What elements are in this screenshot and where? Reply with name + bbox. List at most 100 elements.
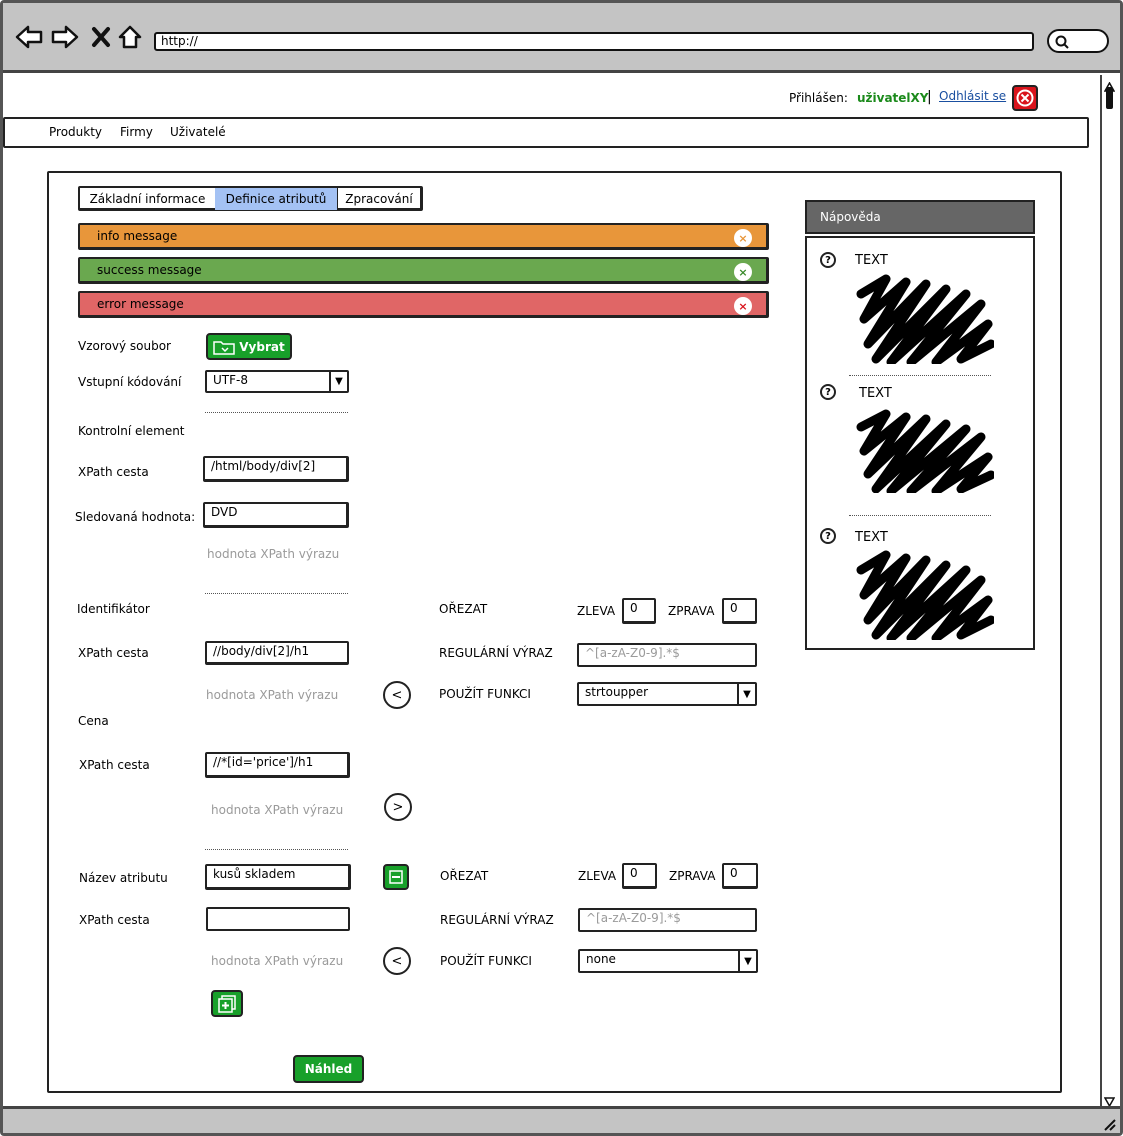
home-icon[interactable] bbox=[115, 22, 145, 52]
identifier-right-label: ZPRAVA bbox=[668, 604, 715, 618]
question-icon: ? bbox=[820, 252, 836, 268]
divider bbox=[205, 593, 348, 594]
attribute-xpath-label: XPath cesta bbox=[79, 913, 150, 927]
attribute-right-value: 0 bbox=[730, 866, 738, 880]
scroll-thumb[interactable] bbox=[1106, 87, 1113, 109]
remove-attribute-button[interactable] bbox=[383, 864, 409, 890]
attribute-regex-label: REGULÁRNÍ VÝRAZ bbox=[440, 913, 554, 927]
help-item-text: TEXT bbox=[855, 253, 888, 268]
control-result-hint: hodnota XPath výrazu bbox=[207, 547, 340, 561]
watched-value-text: DVD bbox=[211, 505, 238, 519]
identifier-regex-input[interactable]: ^[a-zA-Z0-9].*$ bbox=[577, 643, 757, 667]
sample-file-label: Vzorový soubor bbox=[78, 339, 171, 353]
identifier-xpath-input[interactable]: //body/div[2]/h1 bbox=[205, 641, 349, 665]
encoding-label: Vstupní kódování bbox=[78, 375, 182, 389]
identifier-trim-label: OŘEZAT bbox=[439, 602, 488, 616]
username: uživatelXY bbox=[857, 91, 929, 105]
minus-icon bbox=[389, 870, 403, 884]
attribute-result-hint: hodnota XPath výrazu bbox=[211, 954, 344, 968]
stop-icon[interactable] bbox=[86, 22, 116, 52]
price-xpath-input[interactable]: //*[id='price']/h1 bbox=[205, 752, 350, 778]
attribute-left-input[interactable]: 0 bbox=[622, 863, 657, 889]
info-message-text: info message bbox=[97, 229, 178, 243]
price-xpath-value: //*[id='price']/h1 bbox=[213, 755, 314, 769]
attribute-function-value: none bbox=[586, 952, 616, 966]
help-item-text: TEXT bbox=[859, 386, 892, 401]
chevron-down-icon: ▼ bbox=[737, 684, 755, 704]
info-message: info message × bbox=[78, 223, 769, 250]
attribute-function-label: POUŽÍT FUNKCI bbox=[440, 954, 532, 968]
attribute-name-label: Název atributu bbox=[79, 871, 168, 885]
help-item: ? TEXT bbox=[818, 250, 1018, 370]
add-attribute-button[interactable] bbox=[211, 990, 243, 1017]
identifier-function-value: strtoupper bbox=[585, 685, 649, 699]
attribute-xpath-input[interactable] bbox=[206, 907, 350, 931]
preview-button[interactable]: Náhled bbox=[293, 1055, 364, 1083]
success-message-text: success message bbox=[97, 263, 202, 277]
menu-item-uzivatele[interactable]: Uživatelé bbox=[170, 125, 226, 139]
control-xpath-value: /html/body/div[2] bbox=[211, 459, 316, 473]
help-item-text: TEXT bbox=[855, 530, 888, 545]
scroll-down-icon[interactable] bbox=[1103, 1092, 1116, 1108]
status-bar bbox=[3, 1106, 1120, 1133]
add-icon bbox=[218, 994, 236, 1013]
forward-icon[interactable] bbox=[50, 22, 80, 52]
logout-button[interactable] bbox=[1012, 85, 1038, 111]
preview-button-label: Náhled bbox=[304, 1062, 353, 1076]
attribute-collapse-button[interactable]: < bbox=[383, 947, 411, 975]
tab-definice-atributu[interactable]: Definice atributů bbox=[215, 188, 338, 210]
resize-grip-icon[interactable] bbox=[1102, 1117, 1116, 1131]
scribble-image bbox=[856, 409, 994, 493]
search-icon bbox=[1055, 35, 1069, 49]
menu-bar bbox=[3, 117, 1089, 148]
search-box[interactable] bbox=[1047, 29, 1109, 53]
identifier-right-input[interactable]: 0 bbox=[722, 598, 757, 624]
vertical-scrollbar[interactable] bbox=[1100, 75, 1116, 1108]
identifier-right-value: 0 bbox=[730, 601, 738, 615]
attribute-function-select[interactable]: none ▼ bbox=[578, 949, 758, 973]
attribute-regex-input[interactable]: ^[a-zA-Z0-9].*$ bbox=[578, 908, 757, 932]
identifier-result-hint: hodnota XPath výrazu bbox=[206, 688, 339, 702]
scroll-up-icon[interactable] bbox=[1103, 77, 1116, 92]
success-close-icon[interactable]: × bbox=[734, 263, 752, 281]
chevron-down-icon: ▼ bbox=[329, 372, 347, 391]
control-section-label: Kontrolní element bbox=[78, 424, 185, 438]
identifier-left-input[interactable]: 0 bbox=[622, 598, 656, 624]
attribute-regex-placeholder: ^[a-zA-Z0-9].*$ bbox=[586, 911, 681, 925]
control-xpath-input[interactable]: /html/body/div[2] bbox=[203, 456, 349, 482]
logout-link[interactable]: Odhlásit se bbox=[939, 89, 1006, 103]
info-close-icon[interactable]: × bbox=[734, 229, 752, 247]
identifier-xpath-value: //body/div[2]/h1 bbox=[213, 644, 310, 658]
url-bar[interactable]: http:// bbox=[154, 32, 1034, 51]
error-message-text: error message bbox=[97, 297, 184, 311]
attribute-name-value: kusů skladem bbox=[213, 867, 296, 881]
menu-item-produkty[interactable]: Produkty bbox=[49, 125, 102, 139]
logged-in-label: Přihlášen: bbox=[789, 91, 848, 105]
divider bbox=[205, 849, 348, 850]
help-item: ? TEXT bbox=[818, 526, 1018, 646]
tab-zpracovani[interactable]: Zpracování bbox=[337, 188, 421, 210]
chevron-down-icon: ▼ bbox=[738, 951, 756, 971]
attribute-right-input[interactable]: 0 bbox=[722, 863, 758, 889]
success-message: success message × bbox=[78, 257, 769, 284]
chevron-left-icon: < bbox=[391, 953, 403, 969]
price-expand-button[interactable]: > bbox=[384, 793, 412, 821]
back-icon[interactable] bbox=[14, 22, 44, 52]
watched-value-input[interactable]: DVD bbox=[203, 502, 349, 528]
encoding-select[interactable]: UTF-8 ▼ bbox=[205, 370, 349, 393]
choose-file-button[interactable]: Vybrat bbox=[206, 333, 292, 360]
attribute-name-input[interactable]: kusů skladem bbox=[205, 864, 351, 890]
header-separator: | bbox=[927, 89, 932, 105]
tab-zakladni-informace[interactable]: Základní informace bbox=[80, 188, 216, 210]
error-close-icon[interactable]: × bbox=[734, 297, 752, 315]
close-circle-icon bbox=[1016, 89, 1034, 107]
identifier-left-value: 0 bbox=[630, 601, 638, 615]
folder-icon bbox=[213, 340, 236, 355]
control-xpath-label: XPath cesta bbox=[78, 465, 149, 479]
watched-value-label: Sledovaná hodnota: bbox=[75, 510, 196, 524]
menu-item-firmy[interactable]: Firmy bbox=[120, 125, 153, 139]
identifier-collapse-button[interactable]: < bbox=[383, 681, 411, 709]
identifier-function-select[interactable]: strtoupper ▼ bbox=[577, 682, 757, 706]
identifier-left-label: ZLEVA bbox=[577, 604, 616, 618]
identifier-function-label: POUŽÍT FUNKCI bbox=[439, 687, 531, 701]
